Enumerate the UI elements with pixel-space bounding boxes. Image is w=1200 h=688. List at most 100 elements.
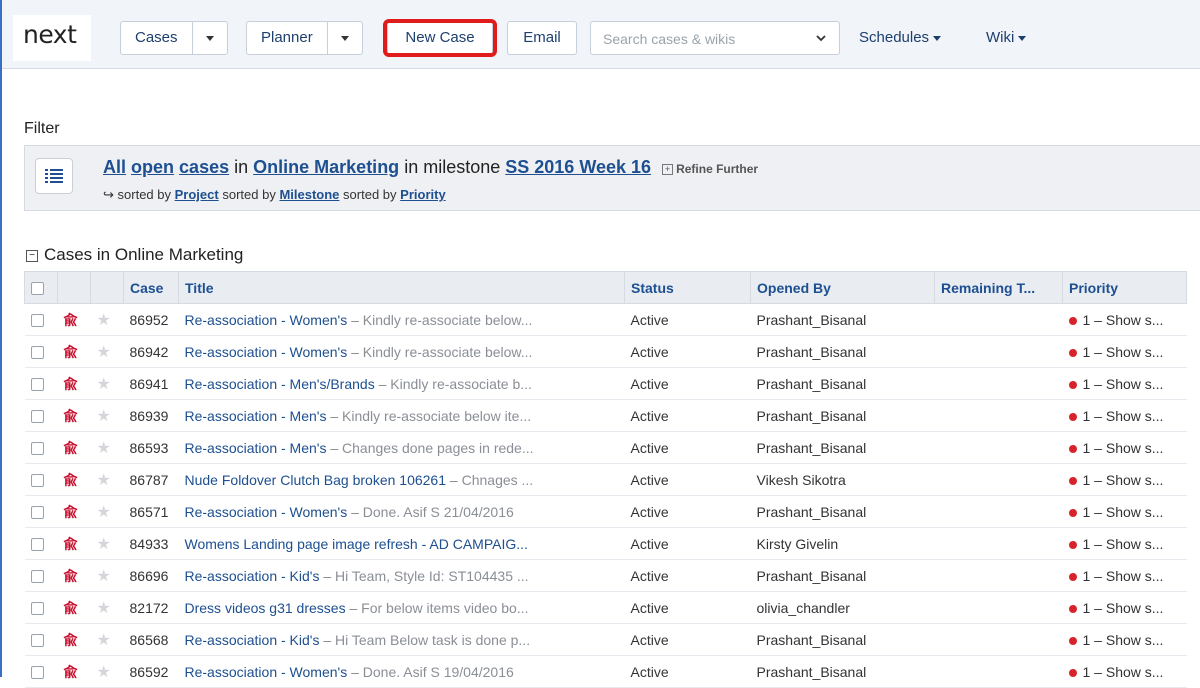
select-all-checkbox[interactable] — [31, 282, 44, 296]
case-number[interactable]: 86696 — [123, 559, 179, 592]
case-opened-by[interactable]: Prashant_Bisanal — [750, 335, 935, 368]
star-icon[interactable]: ★ — [97, 344, 111, 361]
case-number[interactable]: 82172 — [123, 591, 179, 624]
star-icon[interactable]: ★ — [97, 440, 111, 457]
planner-dropdown-button[interactable] — [328, 22, 362, 54]
sort-priority-link[interactable]: Priority — [400, 187, 446, 202]
case-title[interactable]: Re-association - Women's — [185, 664, 348, 680]
table-row[interactable]: 兪 ★ 86787 Nude Foldover Clutch Bag broken 1… — [24, 463, 1187, 496]
star-icon[interactable]: ★ — [97, 600, 111, 617]
table-row[interactable]: 兪 ★ 86568 Re-association - Kid's – Hi Team … — [24, 623, 1187, 656]
column-header-priority[interactable]: Priority — [1062, 271, 1187, 304]
table-row[interactable]: 兪 ★ 84933 Womens Landing page image refresh… — [24, 527, 1187, 560]
case-opened-by[interactable]: Prashant_Bisanal — [750, 431, 935, 464]
case-opened-by[interactable]: Prashant_Bisanal — [750, 559, 935, 592]
row-checkbox[interactable] — [30, 442, 44, 456]
case-title[interactable]: Re-association - Men's — [185, 408, 327, 424]
star-icon[interactable]: ★ — [97, 664, 111, 681]
case-number[interactable]: 86571 — [123, 495, 179, 528]
cases-button[interactable]: Cases — [121, 22, 193, 54]
case-title-cell[interactable]: Re-association - Women's – Kindly re-ass… — [178, 335, 625, 368]
email-button[interactable]: Email — [507, 21, 577, 55]
table-row[interactable]: 兪 ★ 86571 Re-association - Women's – Done. … — [24, 495, 1187, 528]
star-icon[interactable]: ★ — [97, 504, 111, 521]
table-row[interactable]: 兪 ★ 86942 Re-association - Women's – Kindly… — [24, 335, 1187, 368]
case-title[interactable]: Re-association - Men's — [185, 440, 327, 456]
chevron-down-icon[interactable] — [815, 32, 827, 44]
case-title-cell[interactable]: Re-association - Women's – Done. Asif S … — [178, 655, 625, 688]
case-title[interactable]: Re-association - Kid's — [185, 568, 320, 584]
table-row[interactable]: 兪 ★ 86939 Re-association - Men's – Kindly r… — [24, 399, 1187, 432]
star-icon[interactable]: ★ — [97, 568, 111, 585]
table-row[interactable]: 兪 ★ 86941 Re-association - Men's/Brands – K… — [24, 367, 1187, 400]
star-icon[interactable]: ★ — [97, 536, 111, 553]
planner-button[interactable]: Planner — [247, 22, 328, 54]
case-title[interactable]: Re-association - Kid's — [185, 632, 320, 648]
column-header-remaining[interactable]: Remaining T... — [934, 271, 1063, 304]
table-row[interactable]: 兪 ★ 86952 Re-association - Women's – Kindly… — [24, 303, 1187, 336]
row-checkbox[interactable] — [30, 666, 44, 680]
case-number[interactable]: 84933 — [123, 527, 179, 560]
case-title-cell[interactable]: Re-association - Men's/Brands – Kindly r… — [178, 367, 625, 400]
case-opened-by[interactable]: Kirsty Givelin — [750, 527, 935, 560]
column-header-status[interactable]: Status — [624, 271, 751, 304]
case-title-cell[interactable]: Re-association - Women's – Done. Asif S … — [178, 495, 625, 528]
table-row[interactable]: 兪 ★ 86592 Re-association - Women's – Done. … — [24, 655, 1187, 688]
case-opened-by[interactable]: Prashant_Bisanal — [750, 303, 935, 336]
star-icon[interactable]: ★ — [97, 312, 111, 329]
filter-list-button[interactable] — [35, 158, 73, 194]
row-checkbox[interactable] — [30, 538, 44, 552]
row-checkbox[interactable] — [30, 314, 44, 328]
case-opened-by[interactable]: Prashant_Bisanal — [750, 399, 935, 432]
filter-all-link[interactable]: All — [103, 157, 126, 177]
star-icon[interactable]: ★ — [97, 408, 111, 425]
case-opened-by[interactable]: olivia_chandler — [750, 591, 935, 624]
star-icon[interactable]: ★ — [97, 632, 111, 649]
select-all-header[interactable] — [24, 271, 58, 304]
sort-milestone-link[interactable]: Milestone — [279, 187, 339, 202]
case-title-cell[interactable]: Re-association - Kid's – Hi Team Below t… — [178, 623, 625, 656]
new-case-button[interactable]: New Case — [387, 21, 493, 55]
case-title[interactable]: Re-association - Women's — [185, 504, 348, 520]
collapse-icon[interactable]: − — [26, 249, 38, 262]
star-icon[interactable]: ★ — [97, 472, 111, 489]
filter-open-link[interactable]: open — [131, 157, 174, 177]
case-number[interactable]: 86593 — [123, 431, 179, 464]
case-number[interactable]: 86568 — [123, 623, 179, 656]
case-title[interactable]: Womens Landing page image refresh - AD C… — [185, 536, 528, 552]
case-opened-by[interactable]: Prashant_Bisanal — [750, 495, 935, 528]
case-number[interactable]: 86939 — [123, 399, 179, 432]
app-logo[interactable]: next — [13, 15, 91, 61]
table-row[interactable]: 兪 ★ 86696 Re-association - Kid's – Hi Team,… — [24, 559, 1187, 592]
row-checkbox[interactable] — [30, 378, 44, 392]
case-number[interactable]: 86942 — [123, 335, 179, 368]
column-header-opened-by[interactable]: Opened By — [750, 271, 935, 304]
cases-dropdown-button[interactable] — [193, 22, 227, 54]
row-checkbox[interactable] — [30, 474, 44, 488]
group-header[interactable]: − Cases in Online Marketing — [26, 245, 243, 265]
case-title[interactable]: Re-association - Women's — [185, 344, 348, 360]
case-number[interactable]: 86941 — [123, 367, 179, 400]
table-row[interactable]: 兪 ★ 86593 Re-association - Men's – Changes … — [24, 431, 1187, 464]
case-opened-by[interactable]: Vikesh Sikotra — [750, 463, 935, 496]
case-opened-by[interactable]: Prashant_Bisanal — [750, 655, 935, 688]
case-title-cell[interactable]: Womens Landing page image refresh - AD C… — [178, 527, 625, 560]
row-checkbox[interactable] — [30, 506, 44, 520]
filter-milestone-link[interactable]: SS 2016 Week 16 — [505, 157, 651, 177]
case-title[interactable]: Re-association - Men's/Brands — [185, 376, 375, 392]
row-checkbox[interactable] — [30, 346, 44, 360]
filter-cases-link[interactable]: cases — [179, 157, 229, 177]
case-title-cell[interactable]: Nude Foldover Clutch Bag broken 106261 –… — [178, 463, 625, 496]
table-row[interactable]: 兪 ★ 82172 Dress videos g31 dresses – For be… — [24, 591, 1187, 624]
case-number[interactable]: 86592 — [123, 655, 179, 688]
case-opened-by[interactable]: Prashant_Bisanal — [750, 367, 935, 400]
row-checkbox[interactable] — [30, 410, 44, 424]
case-title-cell[interactable]: Re-association - Men's – Kindly re-assoc… — [178, 399, 625, 432]
row-checkbox[interactable] — [30, 634, 44, 648]
case-title[interactable]: Dress videos g31 dresses — [185, 600, 346, 616]
refine-further-link[interactable]: + Refine Further — [662, 162, 758, 176]
filter-project-link[interactable]: Online Marketing — [253, 157, 399, 177]
wiki-menu[interactable]: Wiki — [986, 21, 1027, 55]
case-title[interactable]: Re-association - Women's — [185, 312, 348, 328]
star-icon[interactable]: ★ — [97, 376, 111, 393]
